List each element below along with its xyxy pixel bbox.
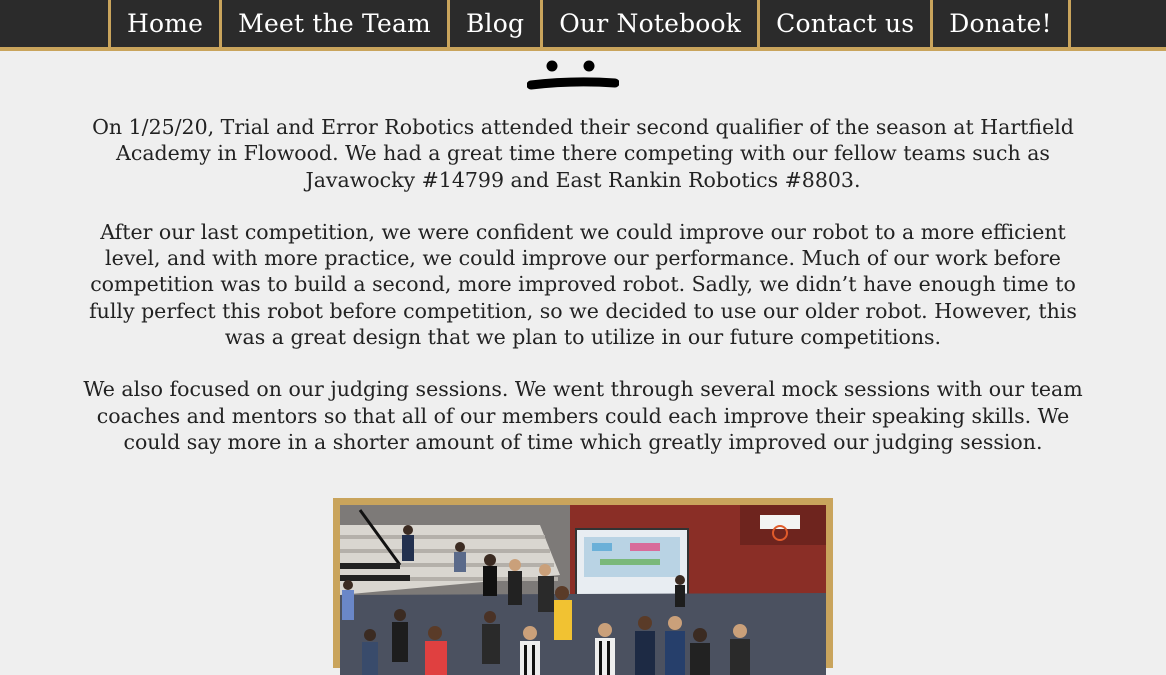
top-navbar: Home Meet the Team Blog Our Notebook Con…: [0, 0, 1166, 51]
face-divider-icon: [527, 60, 619, 90]
nav-item-donate[interactable]: Donate!: [930, 0, 1071, 47]
nav-item-home[interactable]: Home: [108, 0, 219, 47]
competition-photo: [340, 505, 826, 675]
nav-item-blog[interactable]: Blog: [446, 0, 540, 47]
paragraph-robot: After our last competition, we were conf…: [89, 219, 1077, 350]
nav-item-meet-the-team[interactable]: Meet the Team: [219, 0, 447, 47]
nav-menu: Home Meet the Team Blog Our Notebook Con…: [108, 0, 1071, 47]
paragraph-intro: On 1/25/20, Trial and Error Robotics att…: [92, 115, 1074, 192]
gym-scene-image: [340, 505, 826, 675]
paragraph-judging: We also focused on our judging sessions.…: [83, 377, 1083, 454]
blog-post-body: On 1/25/20, Trial and Error Robotics att…: [80, 114, 1086, 481]
nav-item-contact-us[interactable]: Contact us: [757, 0, 930, 47]
competition-photo-frame: [333, 498, 833, 675]
nav-item-our-notebook[interactable]: Our Notebook: [540, 0, 757, 47]
